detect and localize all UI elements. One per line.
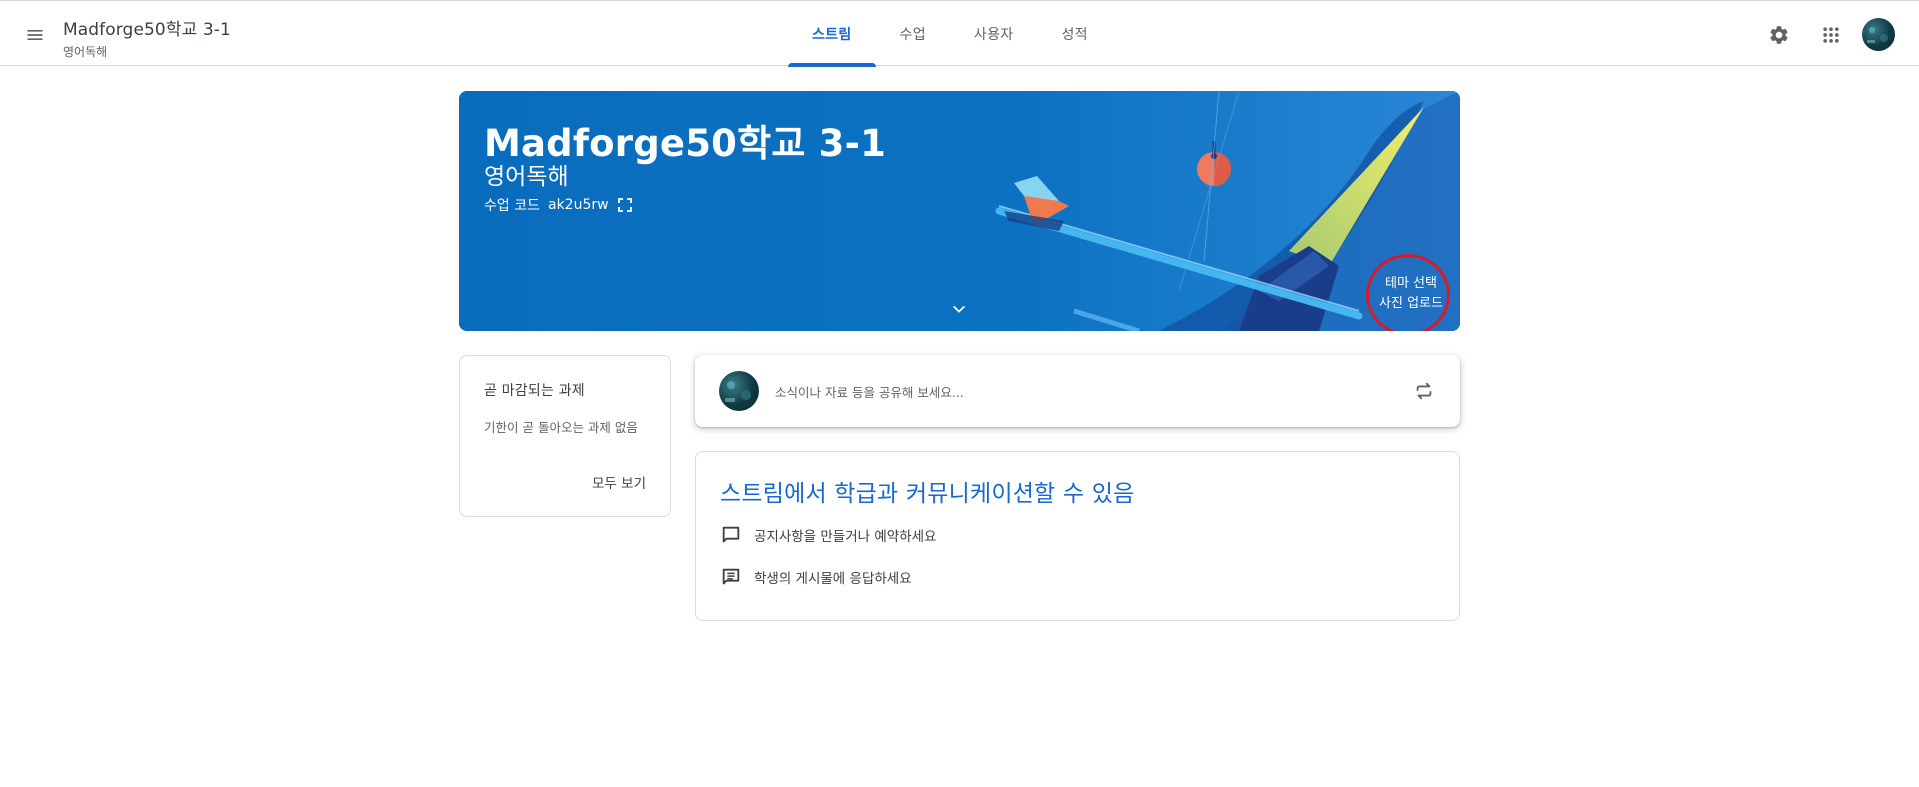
class-code-label: 수업 코드 [484,198,540,214]
announcement-icon [722,526,740,543]
comment-icon [722,568,740,585]
main-menu-button[interactable] [16,16,54,54]
apps-grid-icon [1823,27,1839,43]
repost-icon [1416,382,1432,400]
expand-banner-button[interactable] [947,297,971,321]
share-announcement-box[interactable]: 소식이나 자료 등을 공유해 보세요... [695,355,1460,427]
stream-info-title: 스트림에서 학급과 커뮤니케이션할 수 있음 [720,481,1135,507]
info-item-announcement: 공지사항을 만들거나 예약하세요 [720,524,936,546]
upcoming-work-card: 곧 마감되는 과제 기한이 곧 돌아오는 과제 없음 모두 보기 [459,355,671,517]
tab-stream[interactable]: 스트림 [788,1,876,67]
google-apps-button[interactable] [1812,16,1850,54]
upcoming-empty-text: 기한이 곧 돌아오는 과제 없음 [484,420,638,435]
info-item-comment: 학생의 게시물에 응답하세요 [720,566,912,588]
fullscreen-icon[interactable] [617,197,633,213]
class-subtitle: 영어독해 [63,45,108,59]
avatar [719,371,759,411]
banner-class-subtitle: 영어독해 [484,164,569,190]
top-app-bar: Madforge50학교 3-1 영어독해 스트림 수업 사용자 성적 [0,0,1919,67]
upcoming-title: 곧 마감되는 과제 [484,383,585,399]
class-title-block[interactable]: Madforge50학교 3-1 영어독해 [63,15,231,60]
account-avatar[interactable] [1862,18,1895,51]
annotation-highlight-circle [1366,254,1450,331]
info-item-text: 공지사항을 만들거나 예약하세요 [754,529,937,545]
info-item-text: 학생의 게시물에 응답하세요 [754,571,912,587]
view-all-link[interactable]: 모두 보기 [592,472,646,492]
gear-icon [1770,26,1788,44]
tab-grades[interactable]: 성적 [1037,1,1111,67]
class-tabs: 스트림 수업 사용자 성적 [788,1,1112,67]
tab-classwork[interactable]: 수업 [876,1,950,67]
tab-people[interactable]: 사용자 [950,1,1038,67]
class-settings-button[interactable] [1760,16,1798,54]
class-banner: Madforge50학교 3-1 영어독해 수업 코드 ak2u5rw 테마 선… [459,91,1460,331]
class-code-row: 수업 코드 ak2u5rw [484,195,633,215]
class-code-value[interactable]: ak2u5rw [548,197,609,213]
share-input-placeholder[interactable]: 소식이나 자료 등을 공유해 보세요... [775,382,964,401]
stream-info-card: 스트림에서 학급과 커뮤니케이션할 수 있음 공지사항을 만들거나 예약하세요 … [695,451,1460,621]
class-title[interactable]: Madforge50학교 3-1 [63,15,231,40]
menu-icon [27,30,43,40]
reuse-post-button[interactable] [1405,372,1443,410]
avatar-image [1867,27,1888,43]
chevron-down-icon [953,305,965,313]
